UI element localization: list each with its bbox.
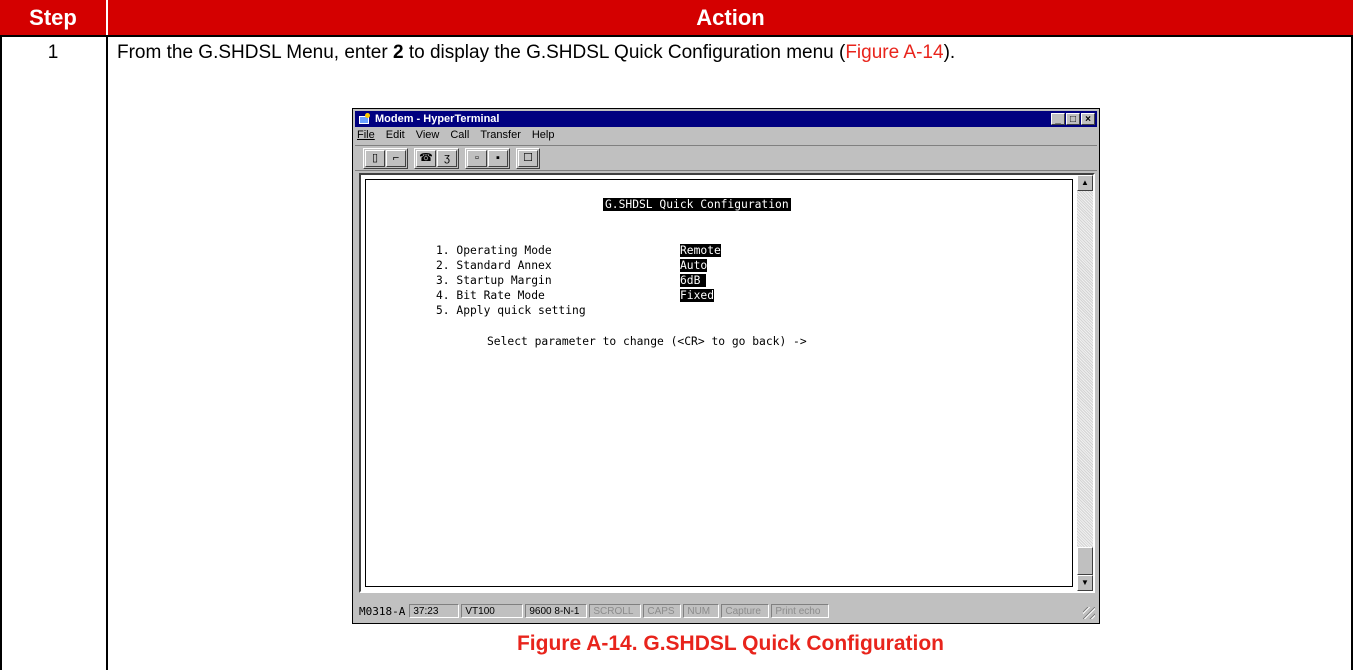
resize-grip-icon[interactable] xyxy=(1083,607,1095,619)
status-capture: Capture xyxy=(721,604,770,618)
hyperterminal-window: Modem - HyperTerminal _ □ × File Edit Vi… xyxy=(352,108,1100,624)
close-icon[interactable]: × xyxy=(1081,113,1095,125)
status-bar: M0318-A 37:23 VT100 9600 8-N-1 SCROLL CA… xyxy=(355,601,1097,621)
menu-transfer[interactable]: Transfer xyxy=(480,129,521,145)
menu-item-label: 1. Operating Mode xyxy=(436,244,552,257)
toolbar-group-file: ▯ ⌐ xyxy=(363,147,408,169)
toolbar-group-props: ☐ xyxy=(516,147,540,169)
receive-file-icon[interactable]: ▪ xyxy=(488,149,508,167)
window-title: Modem - HyperTerminal xyxy=(375,113,500,125)
menu-item-value: 6dB xyxy=(680,274,707,287)
terminal-screen[interactable]: G.SHDSL Quick Configuration 1. Operating… xyxy=(365,179,1073,587)
minimize-icon[interactable]: _ xyxy=(1051,113,1065,125)
menu-item-label: 3. Startup Margin xyxy=(436,274,552,287)
toolbar-separator xyxy=(355,170,1097,171)
figure-reference-link[interactable]: Figure A-14 xyxy=(845,42,943,63)
menu-item-label: 4. Bit Rate Mode xyxy=(436,289,545,302)
menu-item-value: Auto xyxy=(680,259,708,272)
toolbar-group-transfer: ▫ ▪ xyxy=(465,147,510,169)
dial-phone-icon[interactable]: ☎ xyxy=(416,149,436,167)
hyperterminal-app-icon xyxy=(359,113,371,125)
menu-item-label: 2. Standard Annex xyxy=(436,259,552,272)
menu-file[interactable]: File xyxy=(357,129,375,145)
status-num: NUM xyxy=(683,604,720,618)
toolbar-group-call: ☎ ʒ xyxy=(414,147,459,169)
instruction-text-mid: to display the G.SHDSL Quick Configurati… xyxy=(403,42,846,63)
figure-caption: Figure A-14. G.SHDSL Quick Configuration xyxy=(516,632,945,655)
column-divider xyxy=(106,35,108,670)
header-step: Step xyxy=(0,0,106,35)
step-instruction: From the G.SHDSL Menu, enter 2 to displa… xyxy=(117,42,955,64)
status-print-echo: Print echo xyxy=(771,604,830,618)
menu-view[interactable]: View xyxy=(416,129,440,145)
status-scroll: SCROLL xyxy=(589,604,642,618)
new-document-icon[interactable]: ▯ xyxy=(365,149,385,167)
hangup-phone-icon[interactable]: ʒ xyxy=(437,149,457,167)
maximize-icon[interactable]: □ xyxy=(1066,113,1080,125)
header-divider xyxy=(0,35,1353,37)
status-connect-time: 37:23 xyxy=(409,604,460,618)
procedure-table: Step Action 1 From the G.SHDSL Menu, ent… xyxy=(0,0,1353,670)
send-file-icon[interactable]: ▫ xyxy=(467,149,487,167)
menu-call[interactable]: Call xyxy=(450,129,469,145)
menu-item-value: Fixed xyxy=(680,289,715,302)
terminal-menu-title: G.SHDSL Quick Configuration xyxy=(603,198,791,211)
menu-help[interactable]: Help xyxy=(532,129,555,145)
status-emulation: VT100 xyxy=(461,604,524,618)
window-controls: _ □ × xyxy=(1050,113,1095,125)
vertical-scrollbar[interactable]: ▲ ▼ xyxy=(1077,175,1093,591)
instruction-text-pre: From the G.SHDSL Menu, enter xyxy=(117,42,393,63)
scroll-down-icon[interactable]: ▼ xyxy=(1077,575,1093,591)
menu-edit[interactable]: Edit xyxy=(386,129,405,145)
status-caps: CAPS xyxy=(643,604,682,618)
header-action: Action xyxy=(108,0,1353,35)
status-port-settings: 9600 8-N-1 xyxy=(525,604,588,618)
window-titlebar[interactable]: Modem - HyperTerminal _ □ × xyxy=(355,111,1097,127)
menu-item-label: 5. Apply quick setting xyxy=(436,304,586,317)
step-number: 1 xyxy=(47,42,59,63)
left-border xyxy=(0,35,2,670)
terminal-frame: G.SHDSL Quick Configuration 1. Operating… xyxy=(359,173,1095,593)
terminal-prompt: Select parameter to change (<CR> to go b… xyxy=(487,335,807,348)
instruction-text-post: ). xyxy=(943,42,956,63)
menu-separator xyxy=(355,145,1097,146)
instruction-key: 2 xyxy=(392,42,404,63)
open-folder-icon[interactable]: ⌐ xyxy=(386,149,406,167)
status-model-label: M0318-A xyxy=(359,604,406,618)
properties-icon[interactable]: ☐ xyxy=(518,149,538,167)
menu-item-value: Remote xyxy=(680,244,721,257)
toolbar: ▯ ⌐ ☎ ʒ ▫ ▪ ☐ xyxy=(363,147,559,169)
menu-bar: File Edit View Call Transfer Help xyxy=(357,129,554,145)
scroll-up-icon[interactable]: ▲ xyxy=(1077,175,1093,191)
scroll-thumb[interactable] xyxy=(1077,547,1093,575)
